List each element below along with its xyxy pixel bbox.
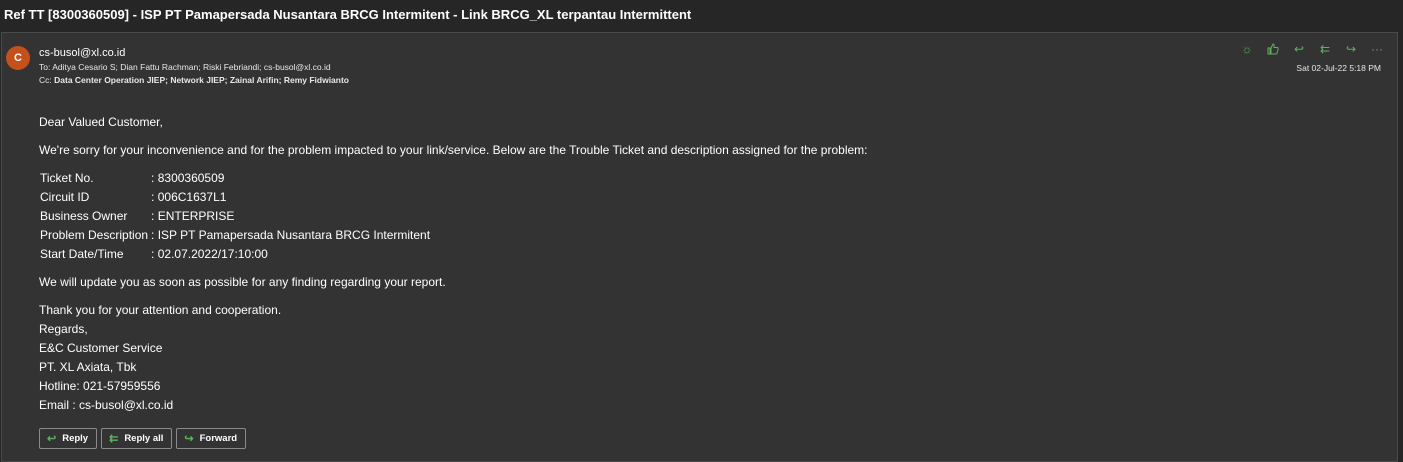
sender-address[interactable]: cs-busol@xl.co.id: [39, 47, 125, 59]
ticket-value: : 02.07.2022/17:10:00: [151, 247, 268, 261]
reply-all-icon: ⇇: [109, 433, 119, 445]
forward-button[interactable]: ↪ Forward: [176, 428, 247, 449]
table-row: Problem Description : ISP PT Pamapersada…: [39, 226, 432, 245]
to-recipients[interactable]: To: Aditya Cesario S; Dian Fattu Rachman…: [39, 62, 331, 72]
reply-icon: ↩: [47, 433, 57, 445]
cc-list[interactable]: Data Center Operation JIEP; Network JIEP…: [54, 75, 349, 85]
like-icon[interactable]: [1260, 41, 1286, 57]
received-date: Sat 02-Jul-22 5:18 PM: [1296, 63, 1381, 73]
to-list[interactable]: Aditya Cesario S; Dian Fattu Rachman; Ri…: [52, 62, 330, 72]
ticket-label: Ticket No.: [40, 171, 94, 185]
reply-buttons: ↩ Reply ⇇ Reply all ↪ Forward: [39, 428, 247, 449]
email-subject: Ref TT [8300360509] - ISP PT Pamapersada…: [4, 7, 692, 22]
greeting: Dear Valued Customer,: [39, 115, 163, 129]
update-text: We will update you as soon as possible f…: [39, 275, 446, 289]
ticket-value: : 006C1637L1: [151, 190, 227, 204]
ticket-label: Problem Description: [40, 228, 149, 242]
message-body: Dear Valued Customer, We're sorry for yo…: [39, 113, 868, 415]
cc-label: Cc:: [39, 75, 52, 85]
reply-all-button[interactable]: ⇇ Reply all: [101, 428, 173, 449]
reply-icon[interactable]: ↩: [1286, 41, 1312, 57]
ticket-label: Start Date/Time: [40, 247, 124, 261]
signature-line: E&C Customer Service: [39, 341, 163, 355]
thanks-text: Thank you for your attention and coopera…: [39, 303, 282, 317]
reply-label: Reply: [62, 433, 89, 444]
intro-text: We're sorry for your inconvenience and f…: [39, 143, 868, 157]
reply-all-label: Reply all: [124, 433, 164, 444]
signature-line: PT. XL Axiata, Tbk: [39, 360, 137, 374]
ticket-value: : ISP PT Pamapersada Nusantara BRCG Inte…: [151, 228, 431, 242]
signature-line: Email : cs-busol@xl.co.id: [39, 398, 174, 412]
ticket-value: : 8300360509: [151, 171, 225, 185]
thumbs-up-icon: [1267, 43, 1279, 55]
signature-line: Hotline: 021-57959556: [39, 379, 161, 393]
ticket-label: Circuit ID: [40, 190, 90, 204]
more-icon[interactable]: ···: [1364, 41, 1390, 57]
avatar[interactable]: C: [6, 46, 30, 70]
reading-pane: C cs-busol@xl.co.id To: Aditya Cesario S…: [1, 32, 1398, 462]
table-row: Circuit ID : 006C1637L1: [39, 188, 432, 207]
forward-icon: ↪: [184, 433, 194, 445]
forward-icon[interactable]: ↪: [1338, 41, 1364, 57]
table-row: Business Owner : ENTERPRISE: [39, 207, 432, 226]
message-actions: ☼ ↩ ⇇ ↪ ···: [1234, 41, 1390, 57]
cc-recipients[interactable]: Cc: Data Center Operation JIEP; Network …: [39, 75, 349, 85]
to-label: To:: [39, 62, 51, 72]
sun-icon[interactable]: ☼: [1234, 41, 1260, 57]
reply-button[interactable]: ↩ Reply: [39, 428, 98, 449]
forward-label: Forward: [199, 433, 238, 444]
ticket-label: Business Owner: [40, 209, 128, 223]
ticket-value: : ENTERPRISE: [151, 209, 235, 223]
ticket-table: Ticket No. : 8300360509 Circuit ID : 006…: [39, 169, 432, 264]
reply-all-icon[interactable]: ⇇: [1312, 41, 1338, 57]
subject-bar: Ref TT [8300360509] - ISP PT Pamapersada…: [0, 0, 1403, 30]
table-row: Start Date/Time : 02.07.2022/17:10:00: [39, 245, 432, 264]
table-row: Ticket No. : 8300360509: [39, 169, 432, 188]
regards-text: Regards,: [39, 322, 88, 336]
